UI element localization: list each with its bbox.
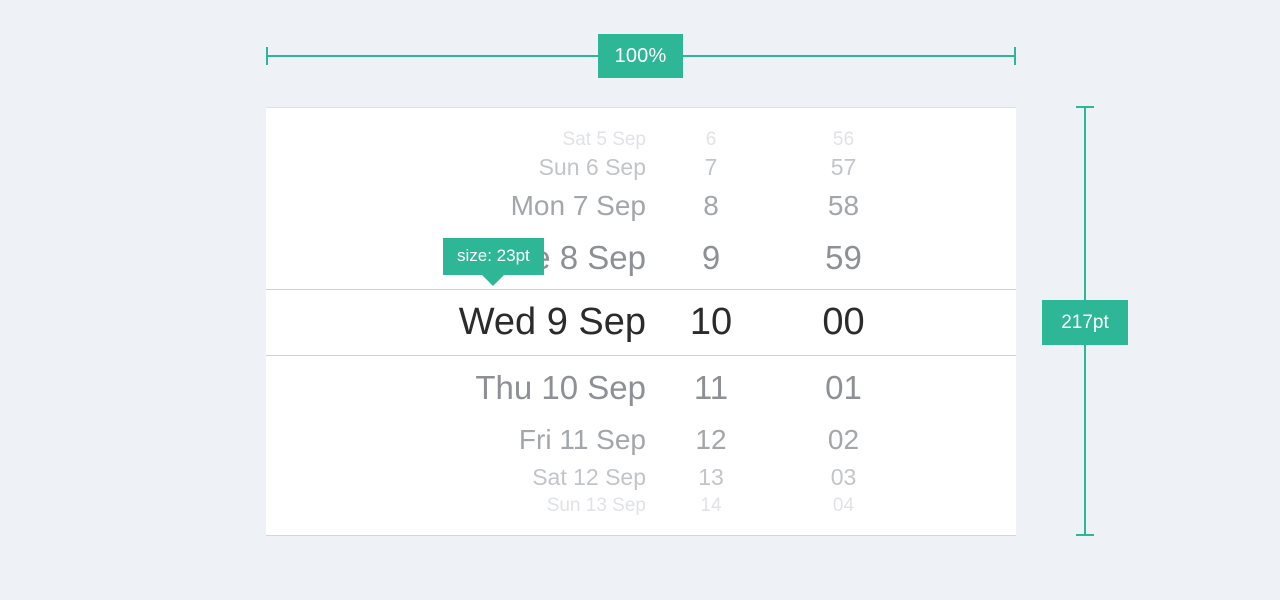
picker-cell-minute: 02: [827, 423, 860, 455]
picker-wheel[interactable]: Sat 5 Sep 6 56 Sun 6 Sep 7 57 Mon 7 Sep 8 58 Tue …: [266, 108, 1016, 535]
picker-cell-minute: 59: [825, 238, 862, 276]
width-measure-cap-left: [266, 47, 268, 65]
picker-cell-hour: 8: [703, 189, 719, 221]
width-measure-label: 100%: [598, 34, 683, 78]
size-tooltip-label: size: 23pt: [457, 246, 530, 265]
height-measure-cap-top: [1076, 106, 1094, 108]
size-tooltip: size: 23pt: [443, 238, 544, 286]
width-measure-cap-right: [1014, 47, 1016, 65]
picker-cell-hour: 13: [698, 464, 724, 491]
picker-row[interactable]: Tue 8 Sep 9 59: [266, 232, 1016, 283]
picker-cell-hour: 6: [705, 128, 717, 150]
picker-cell-date: Sun 6 Sep: [538, 154, 646, 181]
picker-row[interactable]: Sun 13 Sep 14 04: [266, 491, 1016, 521]
picker-cell-minute: 56: [832, 128, 855, 150]
height-measure-label: 217pt: [1042, 300, 1128, 345]
picker-cell-date: Sat 12 Sep: [532, 464, 646, 491]
picker-row[interactable]: Fri 11 Sep 12 02: [266, 418, 1016, 462]
picker-cell-minute: 04: [832, 494, 855, 516]
picker-cell-minute: 57: [830, 154, 857, 181]
picker-cell-hour: 7: [704, 154, 718, 181]
picker-cell-minute: 01: [825, 368, 862, 406]
picker-cell-hour: 12: [695, 423, 727, 455]
picker-cell-date: Thu 10 Sep: [475, 368, 646, 406]
picker-cell-hour: 9: [701, 238, 721, 276]
picker-cell-minute: 00: [822, 301, 865, 344]
picker-cell-hour: 11: [693, 368, 729, 406]
size-tooltip-arrow: [482, 274, 505, 286]
picker-row[interactable]: Mon 7 Sep 8 58: [266, 184, 1016, 228]
picker-row-selected[interactable]: Wed 9 Sep 10 00: [266, 293, 1016, 352]
picker-cell-date: Wed 9 Sep: [458, 301, 646, 344]
picker-cell-date: Mon 7 Sep: [510, 189, 646, 221]
picker-cell-minute: 03: [830, 464, 857, 491]
picker-cell-date: Fri 11 Sep: [518, 423, 646, 455]
datetime-picker[interactable]: Sat 5 Sep 6 56 Sun 6 Sep 7 57 Mon 7 Sep 8 58 Tue …: [266, 107, 1016, 536]
picker-cell-minute: 58: [827, 189, 860, 221]
picker-cell-hour: 14: [700, 494, 722, 516]
picker-row[interactable]: Sun 6 Sep 7 57: [266, 150, 1016, 186]
picker-cell-date: Sun 13 Sep: [546, 494, 646, 516]
height-measure-cap-bottom: [1076, 534, 1094, 536]
spec-canvas: 100% 217pt Sat 5 Sep 6 56 Sun 6 Sep 7 57 Mon 7…: [0, 0, 1280, 600]
picker-row[interactable]: Thu 10 Sep 11 01: [266, 362, 1016, 413]
picker-cell-hour: 10: [689, 301, 733, 344]
picker-cell-date: Sat 5 Sep: [562, 128, 646, 150]
